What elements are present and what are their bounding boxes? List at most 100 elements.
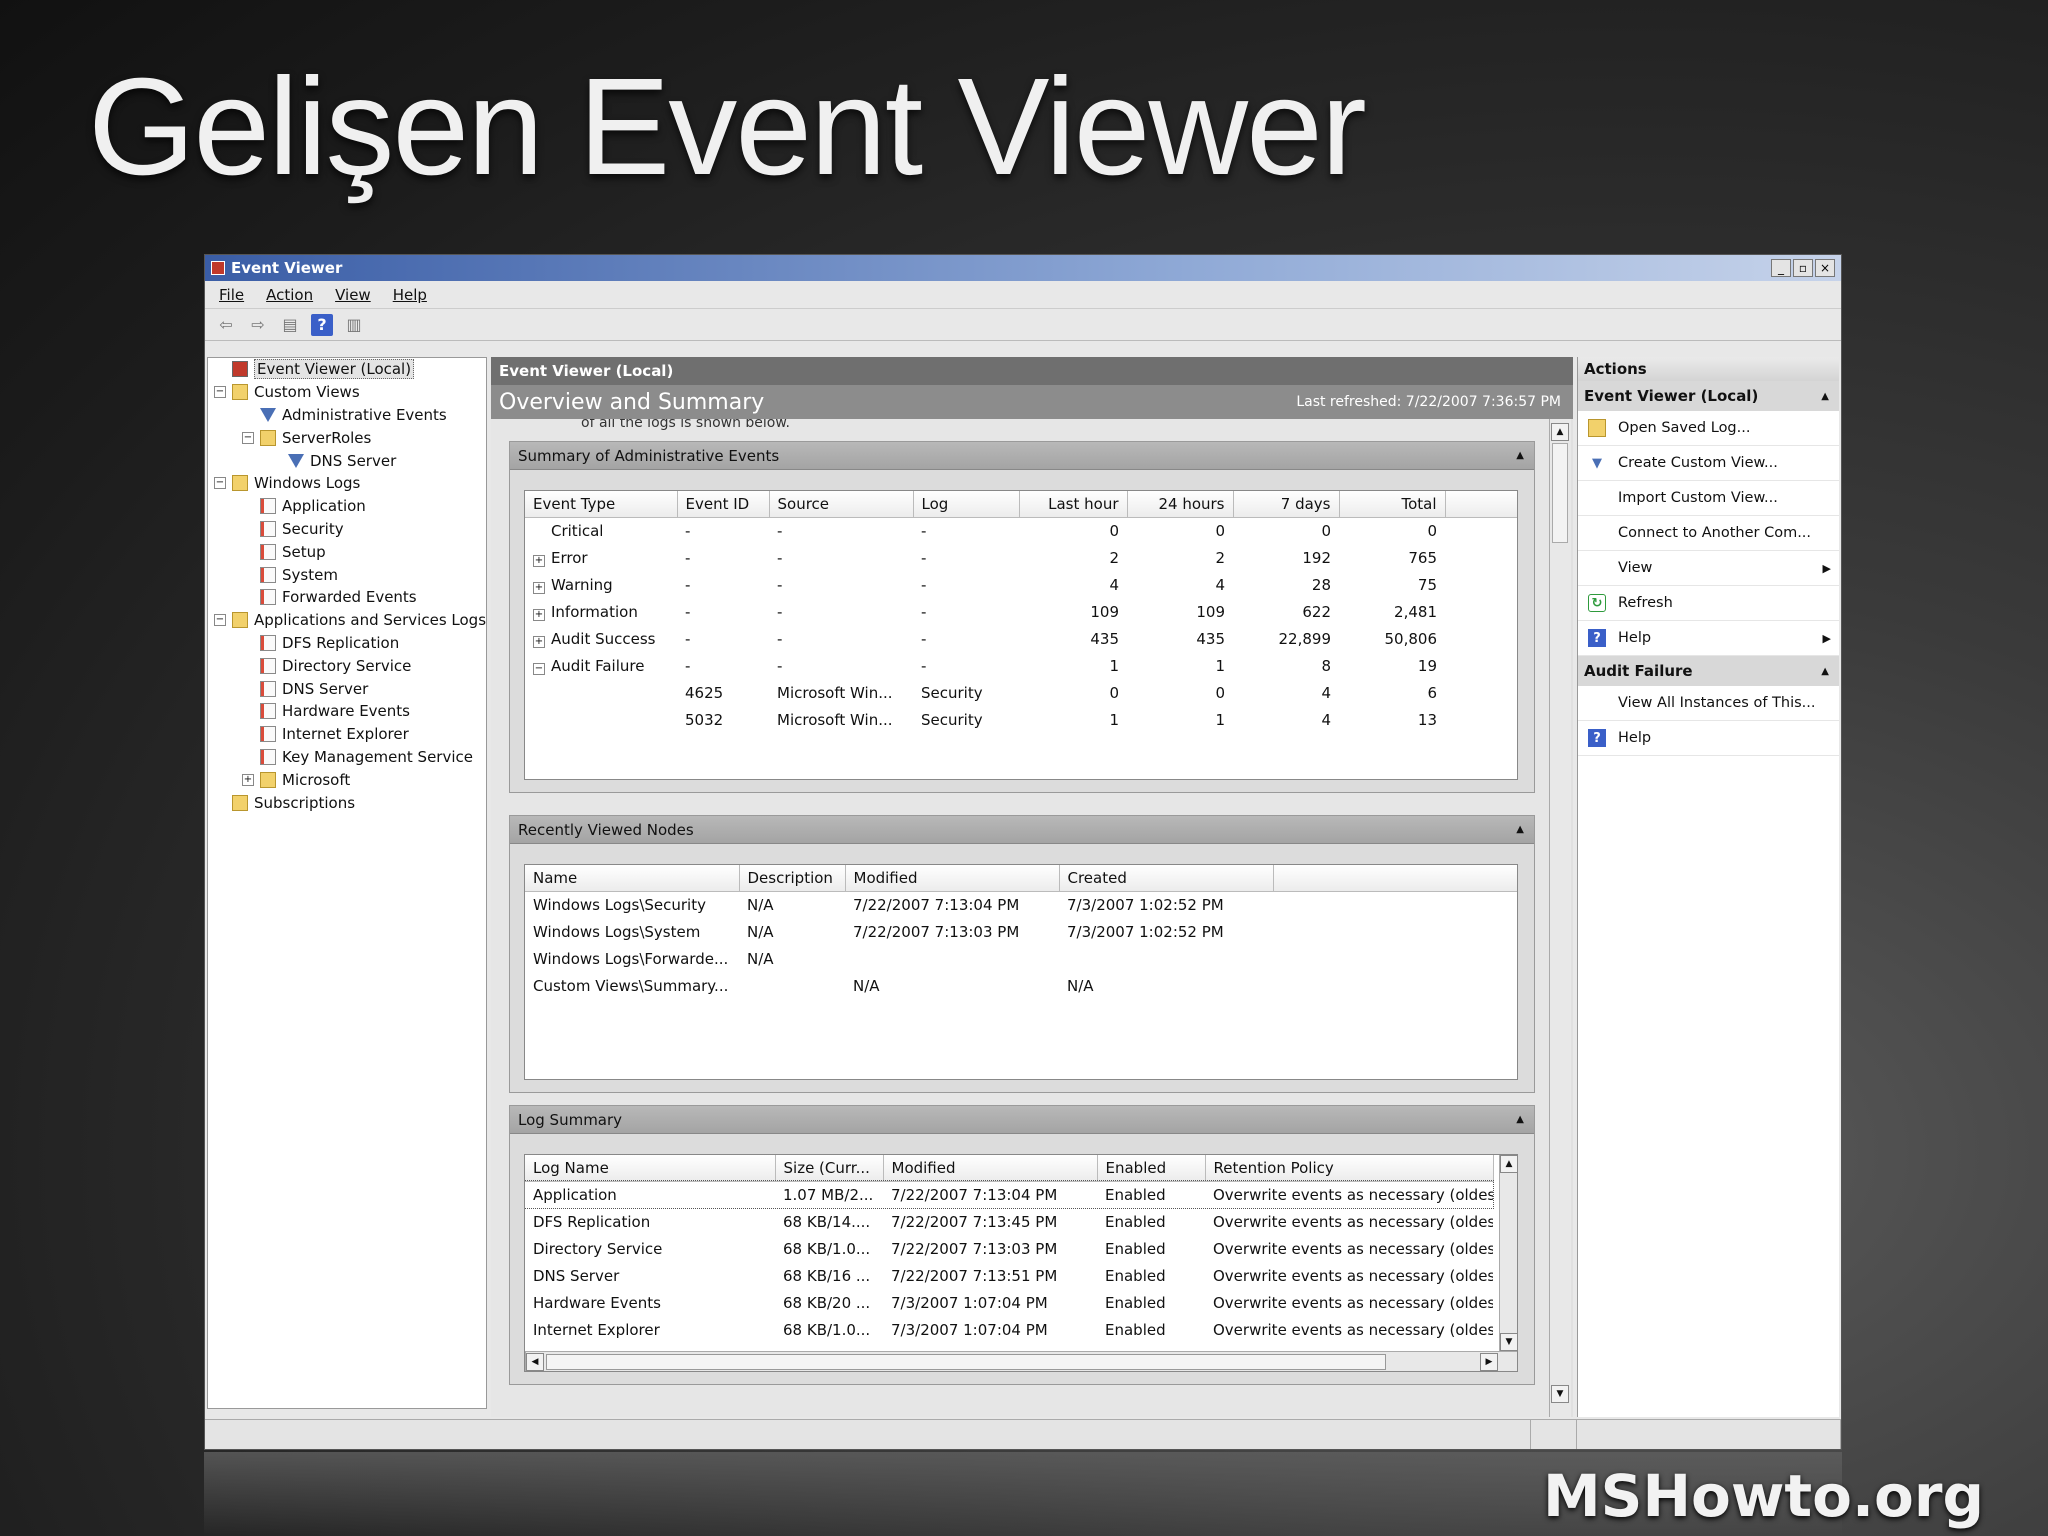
tree-item-hardware-events[interactable]: Hardware Events (208, 700, 486, 723)
column-header[interactable]: Name (525, 865, 740, 892)
column-header[interactable]: Event ID (677, 491, 770, 518)
menu-help[interactable]: Help (393, 286, 427, 304)
tree-item-dns-server[interactable]: DNS Server (208, 677, 486, 700)
column-header[interactable]: Created (1059, 865, 1274, 892)
column-header[interactable]: 24 hours (1127, 491, 1234, 518)
table-row[interactable]: 5032 Microsoft Win... Security 1 1 4 13 (525, 706, 1517, 733)
tree-item-security[interactable]: Security (208, 518, 486, 541)
center-vertical-scrollbar[interactable]: ▲ ▼ (1549, 419, 1571, 1417)
column-header[interactable] (1273, 865, 1517, 892)
menu-action[interactable]: Action (266, 286, 313, 304)
tree-item-microsoft[interactable]: + Microsoft (208, 768, 486, 791)
tree-item-system[interactable]: System (208, 563, 486, 586)
close-button[interactable]: × (1815, 259, 1835, 277)
column-header[interactable]: Enabled (1097, 1155, 1206, 1182)
column-header[interactable]: Retention Policy (1205, 1155, 1494, 1182)
actions-group-audit-failure[interactable]: Audit Failure ▲ (1578, 656, 1839, 686)
collapse-arrow-icon[interactable]: ▲ (1821, 391, 1829, 402)
column-header[interactable]: Modified (883, 1155, 1098, 1182)
tree-item-custom-views[interactable]: − Custom Views (208, 381, 486, 404)
tree-item-windows-logs[interactable]: − Windows Logs (208, 472, 486, 495)
collapse-arrow-icon[interactable]: ▲ (1516, 450, 1524, 461)
log-summary-horizontal-scrollbar[interactable]: ◀ ▶ (525, 1351, 1517, 1371)
log-summary-vertical-scrollbar[interactable]: ▲ ▼ (1499, 1155, 1517, 1351)
collapse-arrow-icon[interactable]: ▲ (1821, 666, 1829, 677)
scroll-down-arrow-icon[interactable]: ▼ (1500, 1333, 1517, 1351)
column-header[interactable]: Log (913, 491, 1020, 518)
collapse-icon[interactable]: − (242, 431, 254, 444)
action-import-custom-view[interactable]: Import Custom View... (1578, 481, 1839, 516)
menu-view[interactable]: View (335, 286, 371, 304)
table-row[interactable]: Hardware Events 68 KB/20 ... 7/3/2007 1:07… (525, 1289, 1493, 1316)
table-row[interactable]: + Audit Success - - - 435 435 22,899 50,806 (525, 625, 1517, 652)
table-row[interactable]: + Error - - - 2 2 192 765 (525, 544, 1517, 571)
table-row[interactable]: Directory Service 68 KB/1.0... 7/22/2007 7… (525, 1235, 1493, 1262)
table-row[interactable]: 4625 Microsoft Win... Security 0 0 4 6 (525, 679, 1517, 706)
scroll-right-arrow-icon[interactable]: ▶ (1480, 1353, 1498, 1371)
column-header[interactable]: Size (Curr... (775, 1155, 884, 1182)
action-help-audit[interactable]: ? Help (1578, 721, 1839, 756)
scroll-up-arrow-icon[interactable]: ▲ (1500, 1155, 1517, 1173)
column-header[interactable]: 7 days (1233, 491, 1340, 518)
forward-arrow-icon[interactable]: ⇨ (247, 314, 269, 336)
center-scroll-thumb[interactable] (1552, 443, 1568, 543)
horizontal-scroll-thumb[interactable] (546, 1354, 1386, 1370)
table-row[interactable]: DNS Server 68 KB/16 ... 7/22/2007 7:13:51 … (525, 1262, 1493, 1289)
action-refresh[interactable]: ↻ Refresh (1578, 586, 1839, 621)
expand-icon[interactable]: + (242, 773, 254, 786)
action-connect-computer[interactable]: Connect to Another Com... (1578, 516, 1839, 551)
expand-icon[interactable]: + (533, 635, 545, 648)
help-icon[interactable]: ? (311, 313, 333, 336)
column-header[interactable]: Description (739, 865, 846, 892)
tree-item-key-management-service[interactable]: Key Management Service (208, 746, 486, 769)
table-row[interactable]: Windows Logs\Security N/A 7/22/2007 7:13:0… (525, 891, 1517, 918)
tree-item-forwarded-events[interactable]: Forwarded Events (208, 586, 486, 609)
tree-item-setup[interactable]: Setup (208, 540, 486, 563)
back-arrow-icon[interactable]: ⇦ (215, 314, 237, 336)
tree-item-subscriptions[interactable]: Subscriptions (208, 791, 486, 814)
action-view[interactable]: View ▶ (1578, 551, 1839, 586)
tree-item-server-roles[interactable]: − ServerRoles (208, 426, 486, 449)
tree-item-apps-services-logs[interactable]: − Applications and Services Logs (208, 609, 486, 632)
restore-button[interactable]: ▫ (1793, 259, 1813, 277)
column-header[interactable]: Last hour (1019, 491, 1128, 518)
table-row[interactable]: + Warning - - - 4 4 28 75 (525, 571, 1517, 598)
action-open-saved-log[interactable]: Open Saved Log... (1578, 411, 1839, 446)
collapse-arrow-icon[interactable]: ▲ (1516, 824, 1524, 835)
scroll-down-arrow-icon[interactable]: ▼ (1551, 1385, 1569, 1403)
table-row[interactable]: − Audit Failure - - -1 1 8 19 (525, 652, 1517, 679)
action-create-custom-view[interactable]: ▼ Create Custom View... (1578, 446, 1839, 481)
tree-item-internet-explorer[interactable]: Internet Explorer (208, 723, 486, 746)
table-row[interactable]: + Information - - - 109 109 622 2,481 (525, 598, 1517, 625)
column-header[interactable]: Source (769, 491, 914, 518)
tree-item-application[interactable]: Application (208, 495, 486, 518)
tree-item-administrative-events[interactable]: Administrative Events (208, 404, 486, 427)
tree-item-root[interactable]: Event Viewer (Local) (208, 358, 486, 381)
table-row[interactable]: Critical - - - 0 0 0 0 (525, 517, 1517, 544)
tree-item-directory-service[interactable]: Directory Service (208, 654, 486, 677)
menu-file[interactable]: File (219, 286, 244, 304)
tree-item-dns-server-view[interactable]: DNS Server (208, 449, 486, 472)
scroll-left-arrow-icon[interactable]: ◀ (526, 1353, 544, 1371)
log-summary-header[interactable]: Log Summary ▲ (510, 1106, 1534, 1134)
table-row[interactable]: Custom Views\Summary... N/A N/A (525, 972, 1517, 999)
expand-icon[interactable]: + (533, 554, 545, 567)
collapse-icon[interactable]: − (214, 477, 226, 490)
column-header[interactable]: Modified (845, 865, 1060, 892)
collapse-arrow-icon[interactable]: ▲ (1516, 1114, 1524, 1125)
collapse-icon[interactable]: − (533, 662, 545, 675)
table-row[interactable]: Internet Explorer 68 KB/1.0... 7/3/2007 1:… (525, 1316, 1493, 1343)
table-row[interactable]: Windows Logs\Forwarde... N/A (525, 945, 1517, 972)
action-view-all-instances[interactable]: View All Instances of This... (1578, 686, 1839, 721)
column-header[interactable]: Total (1339, 491, 1446, 518)
column-header[interactable] (1445, 491, 1517, 518)
actions-group-event-viewer[interactable]: Event Viewer (Local) ▲ (1578, 381, 1839, 411)
show-hide-tree-icon[interactable]: ▤ (279, 314, 301, 336)
scroll-up-arrow-icon[interactable]: ▲ (1551, 423, 1569, 441)
show-hide-action-pane-icon[interactable]: ▥ (343, 314, 365, 336)
table-row[interactable]: Windows Logs\System N/A 7/22/2007 7:13:03 … (525, 918, 1517, 945)
tree-item-dfs-replication[interactable]: DFS Replication (208, 632, 486, 655)
expand-icon[interactable]: + (533, 608, 545, 621)
action-help[interactable]: ? Help ▶ (1578, 621, 1839, 656)
table-row[interactable]: Application 1.07 MB/2... 7/22/2007 7:13:04… (525, 1180, 1494, 1209)
